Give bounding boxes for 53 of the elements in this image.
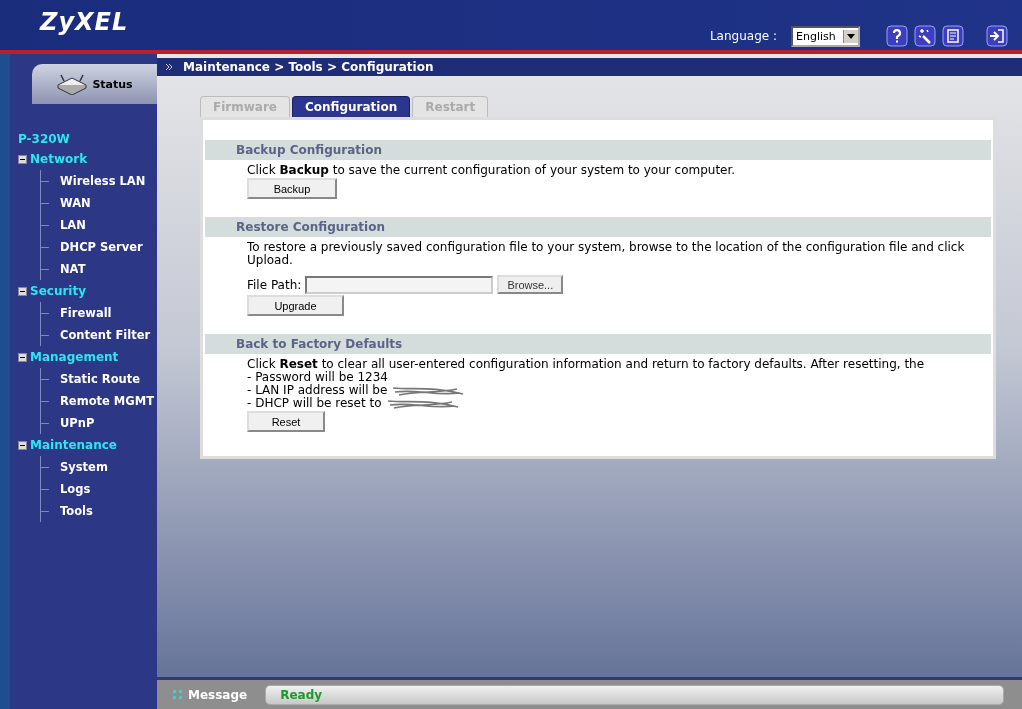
language-select[interactable]: English	[791, 25, 860, 47]
menu-group[interactable]: Maintenance	[30, 438, 117, 452]
status-tab[interactable]: Status	[32, 64, 157, 104]
logout-icon[interactable]	[986, 25, 1008, 47]
menu-item[interactable]: Content Filter	[60, 328, 151, 342]
menu-item[interactable]: Firewall	[60, 306, 112, 320]
message-label: Message	[188, 687, 248, 702]
dots-icon	[173, 690, 182, 699]
browse-button[interactable]: Browse...	[497, 275, 564, 294]
menu-group[interactable]: Security	[30, 284, 87, 298]
dropdown-arrow-icon	[843, 29, 858, 43]
menu-item[interactable]: Wireless LAN	[60, 174, 146, 188]
device-name[interactable]: P-320W	[18, 132, 157, 146]
menu-item[interactable]: DHCP Server	[60, 240, 143, 254]
collapse-toggle-icon[interactable]	[18, 286, 27, 296]
menu-item[interactable]: NAT	[60, 262, 86, 276]
default-note: - Password will be 1234	[247, 371, 388, 384]
status-message: Ready	[280, 687, 323, 702]
menu-item[interactable]: Remote MGMT	[60, 394, 154, 408]
default-note: - DHCP will be reset to	[247, 397, 382, 410]
description: Click Backup to save the current configuration of your system to your computer.	[247, 164, 737, 177]
menu-item[interactable]: LAN	[60, 218, 86, 232]
menu-item[interactable]: Logs	[60, 482, 91, 496]
description: To restore a previously saved configuration file to your system, browse to the location of the configuration file and click Upload.	[247, 241, 966, 267]
default-note: - LAN IP address will be	[247, 384, 388, 397]
language-label: Language :	[709, 29, 777, 43]
description: Click Reset to clear all user-entered configuration information and return to factory defaults. After resetting, the	[247, 358, 926, 371]
menu-item[interactable]: UPnP	[60, 416, 95, 430]
wizard-wand-icon[interactable]	[914, 25, 936, 47]
menu-item[interactable]: Tools	[60, 504, 93, 518]
router-icon	[56, 73, 89, 95]
menu-item[interactable]: WAN	[60, 196, 91, 210]
logo: ZyXEL	[40, 8, 129, 36]
collapse-toggle-icon[interactable]	[18, 352, 27, 362]
action-button[interactable]: Reset	[247, 411, 325, 432]
action-button[interactable]: Upgrade	[247, 295, 344, 316]
menu-group[interactable]: Management	[30, 350, 119, 364]
menu-group[interactable]: Network	[30, 152, 88, 166]
chevron-icon	[165, 63, 173, 71]
section-title: Back to Factory Defaults	[236, 337, 403, 351]
file-path-field[interactable]	[305, 275, 494, 294]
help-icon[interactable]	[886, 25, 908, 47]
collapse-toggle-icon[interactable]	[18, 154, 27, 164]
field-label: File Path:	[247, 277, 302, 292]
section-title: Restore Configuration	[236, 220, 385, 234]
tab[interactable]: Configuration	[292, 96, 411, 117]
document-icon[interactable]	[942, 25, 964, 47]
collapse-toggle-icon[interactable]	[18, 440, 27, 450]
menu-item[interactable]: Static Route	[60, 372, 141, 386]
section-title: Backup Configuration	[236, 143, 382, 157]
breadcrumb: Maintenance > Tools > Configuration	[183, 60, 434, 74]
menu-item[interactable]: System	[60, 460, 108, 474]
action-button[interactable]: Backup	[247, 178, 337, 199]
